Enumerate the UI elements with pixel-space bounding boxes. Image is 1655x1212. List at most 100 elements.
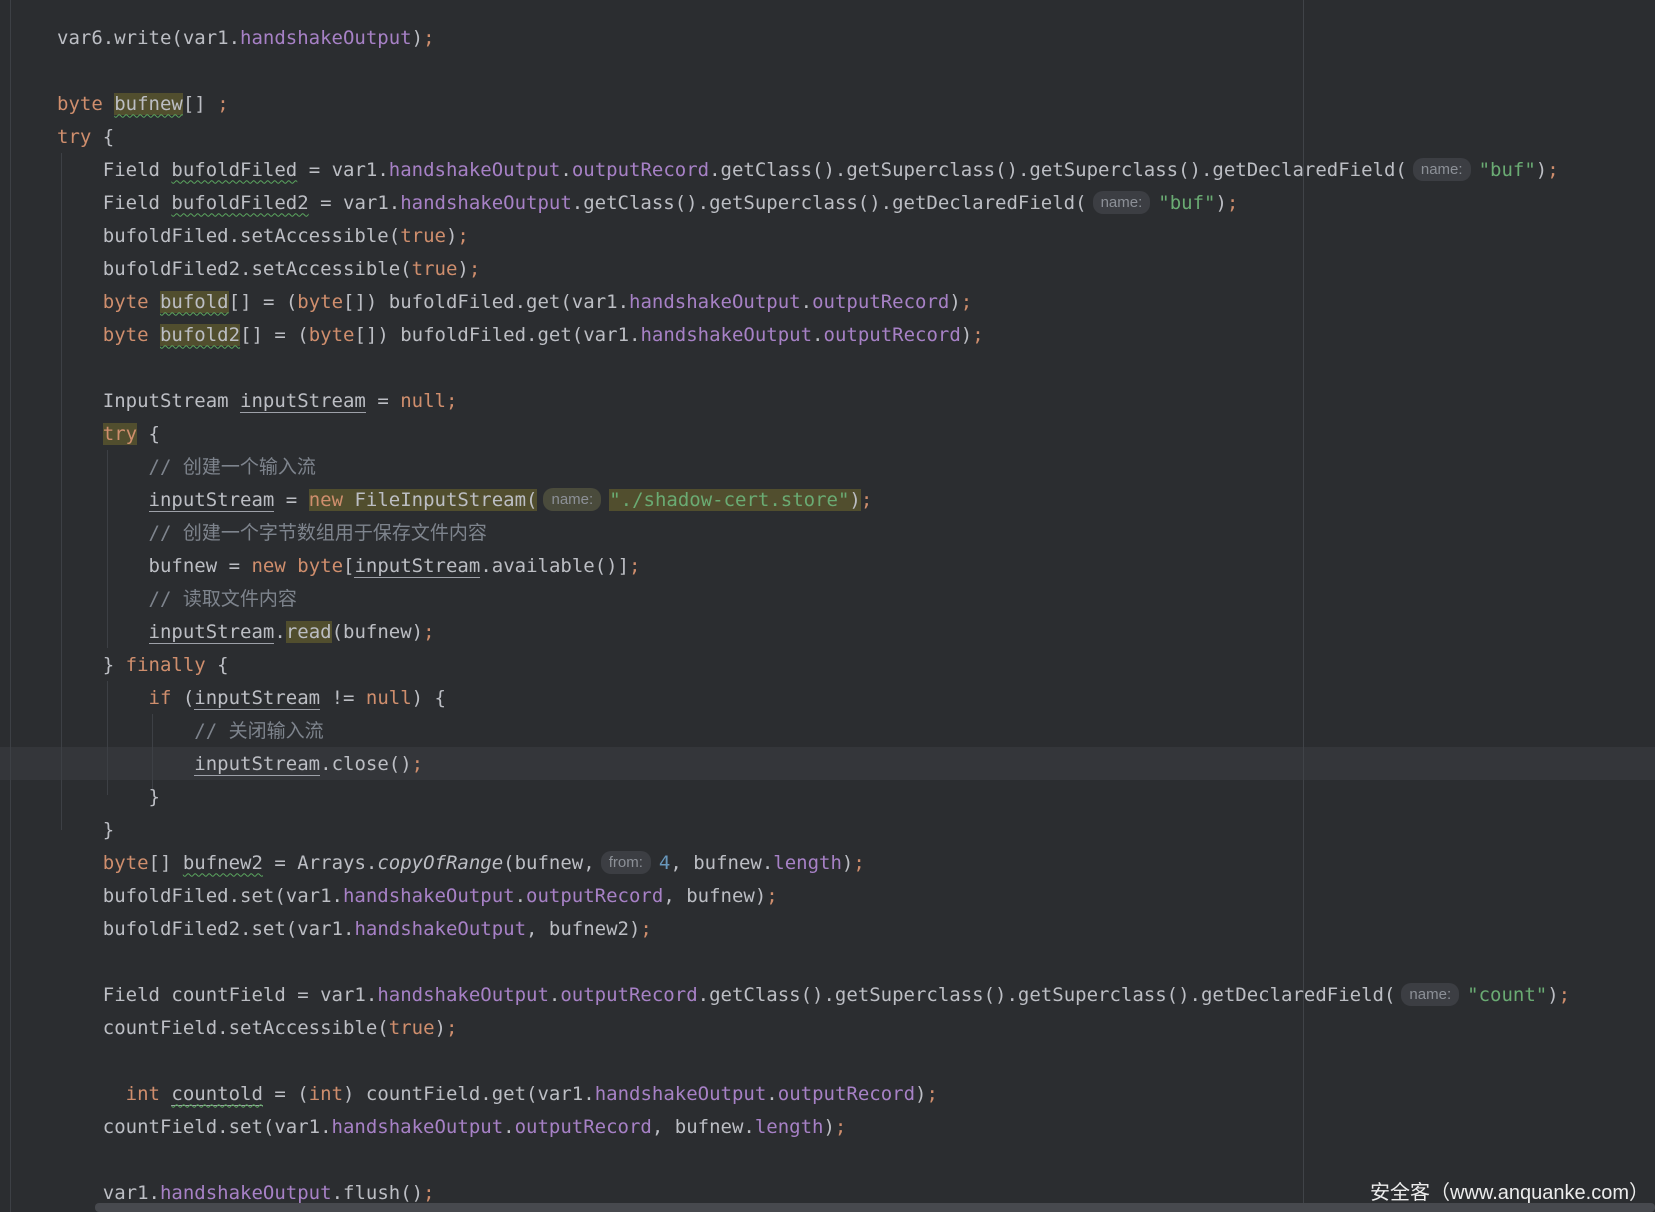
indent-spaces xyxy=(57,522,149,544)
code-line[interactable]: bufnew = new byte[inputStream.available(… xyxy=(57,550,640,583)
code-token: null xyxy=(366,687,412,709)
code-line[interactable]: Field bufoldFiled2 = var1.handshakeOutpu… xyxy=(57,187,1238,220)
code-token: ; xyxy=(412,753,423,775)
code-token: length xyxy=(755,1116,824,1138)
code-line[interactable]: Field countField = var1.handshakeOutput.… xyxy=(57,979,1570,1012)
code-token: , bufnew. xyxy=(652,1116,755,1138)
indent-spaces xyxy=(57,423,103,445)
code-token: countField.setAccessible( xyxy=(103,1017,389,1039)
code-token: bufoldFiled xyxy=(171,159,297,181)
code-line[interactable]: bufoldFiled.setAccessible(true); xyxy=(57,220,469,253)
code-line[interactable]: inputStream.close(); xyxy=(57,748,423,781)
code-token: int xyxy=(126,1083,160,1105)
code-line[interactable]: byte bufold2[] = (byte[]) bufoldFiled.ge… xyxy=(57,319,984,352)
code-token: . xyxy=(812,324,823,346)
code-token: outputRecord xyxy=(812,291,949,313)
code-line[interactable]: // 读取文件内容 xyxy=(57,583,297,616)
code-line[interactable]: try { xyxy=(57,418,160,451)
code-token: FileInputStream( xyxy=(343,489,537,511)
code-line[interactable]: try { xyxy=(57,121,114,154)
code-token: ; xyxy=(217,93,228,115)
code-token: (bufnew) xyxy=(332,621,424,643)
inline-parameter-hint: name: xyxy=(1413,158,1471,181)
code-token: "buf" xyxy=(1479,159,1536,181)
code-token: ; xyxy=(423,27,434,49)
code-token: byte xyxy=(103,852,149,874)
code-token: ) xyxy=(446,225,457,247)
code-editor[interactable]: var6.write(var1.handshakeOutput);byte bu… xyxy=(0,0,1655,1212)
code-line[interactable]: bufoldFiled2.set(var1.handshakeOutput, b… xyxy=(57,913,652,946)
code-token: finally xyxy=(126,654,206,676)
code-token: (bufnew, xyxy=(503,852,595,874)
code-token: ) { xyxy=(412,687,446,709)
code-token: outputRecord xyxy=(560,984,697,1006)
code-line[interactable]: } finally { xyxy=(57,649,229,682)
code-token: new xyxy=(309,489,343,511)
indent-spaces xyxy=(57,984,103,1006)
code-line[interactable]: // 关闭输入流 xyxy=(57,715,324,748)
code-token: . xyxy=(801,291,812,313)
indent-spaces xyxy=(57,786,149,808)
code-line[interactable]: byte bufnew[] ; xyxy=(57,88,229,121)
code-token: ; xyxy=(446,1017,457,1039)
code-line[interactable]: Field bufoldFiled = var1.handshakeOutput… xyxy=(57,154,1559,187)
code-line[interactable]: int countold = (int) countField.get(var1… xyxy=(57,1078,938,1111)
code-token: InputStream xyxy=(103,390,240,412)
code-token: ; xyxy=(1227,192,1238,214)
code-line[interactable]: InputStream inputStream = null; xyxy=(57,385,457,418)
code-token: handshakeOutput xyxy=(389,159,561,181)
code-token: ) xyxy=(435,1017,446,1039)
code-token: , bufnew. xyxy=(670,852,773,874)
code-token: ) xyxy=(1547,984,1558,1006)
code-line[interactable]: countField.setAccessible(true); xyxy=(57,1012,457,1045)
indent-spaces xyxy=(57,225,103,247)
code-token: inputStream xyxy=(194,753,320,776)
code-token: byte xyxy=(297,555,343,577)
code-token: = xyxy=(274,489,308,511)
code-token: true xyxy=(400,225,446,247)
code-line[interactable]: bufoldFiled2.setAccessible(true); xyxy=(57,253,480,286)
code-token: outputRecord xyxy=(526,885,663,907)
code-token: byte xyxy=(57,93,103,115)
code-token: .close() xyxy=(320,753,412,775)
code-line[interactable]: bufoldFiled.set(var1.handshakeOutput.out… xyxy=(57,880,778,913)
code-token: bufold2 xyxy=(160,324,240,346)
code-token: handshakeOutput xyxy=(629,291,801,313)
code-token: ) xyxy=(961,324,972,346)
code-token xyxy=(103,93,114,115)
code-token: handshakeOutput xyxy=(160,1182,332,1204)
code-line[interactable]: var6.write(var1.handshakeOutput); xyxy=(57,22,435,55)
indent-spaces xyxy=(57,621,149,643)
code-line[interactable]: if (inputStream != null) { xyxy=(57,682,446,715)
indent-spaces xyxy=(57,852,103,874)
code-token: // 关闭输入流 xyxy=(194,720,323,742)
code-token: handshakeOutput xyxy=(343,885,515,907)
code-token: handshakeOutput xyxy=(640,324,812,346)
code-line[interactable]: // 创建一个输入流 xyxy=(57,451,316,484)
code-token: true xyxy=(389,1017,435,1039)
code-token: if xyxy=(149,687,172,709)
code-token: ; xyxy=(1547,159,1558,181)
code-line[interactable]: // 创建一个字节数组用于保存文件内容 xyxy=(57,517,487,550)
code-line[interactable]: } xyxy=(57,814,114,847)
indent-spaces xyxy=(57,753,194,775)
code-token: != xyxy=(320,687,366,709)
code-line[interactable]: inputStream = new FileInputStream(name:"… xyxy=(57,484,872,517)
inline-parameter-hint: name: xyxy=(543,488,601,511)
code-line[interactable]: countField.set(var1.handshakeOutput.outp… xyxy=(57,1111,846,1144)
code-line[interactable]: byte[] bufnew2 = Arrays.copyOfRange(bufn… xyxy=(57,847,865,880)
indent-spaces xyxy=(57,1116,103,1138)
code-token: length xyxy=(773,852,842,874)
code-line[interactable]: inputStream.read(bufnew); xyxy=(57,616,435,649)
code-token: bufold xyxy=(160,291,229,313)
code-token: ; xyxy=(446,390,457,412)
code-token: . xyxy=(274,621,285,643)
code-token: { xyxy=(137,423,160,445)
code-token: .flush() xyxy=(332,1182,424,1204)
code-line[interactable]: byte bufold[] = (byte[]) bufoldFiled.get… xyxy=(57,286,972,319)
code-token: handshakeOutput xyxy=(400,192,572,214)
code-token: var6.write(var1. xyxy=(57,27,240,49)
code-token: ; xyxy=(853,852,864,874)
code-token: { xyxy=(91,126,114,148)
code-line[interactable]: } xyxy=(57,781,160,814)
